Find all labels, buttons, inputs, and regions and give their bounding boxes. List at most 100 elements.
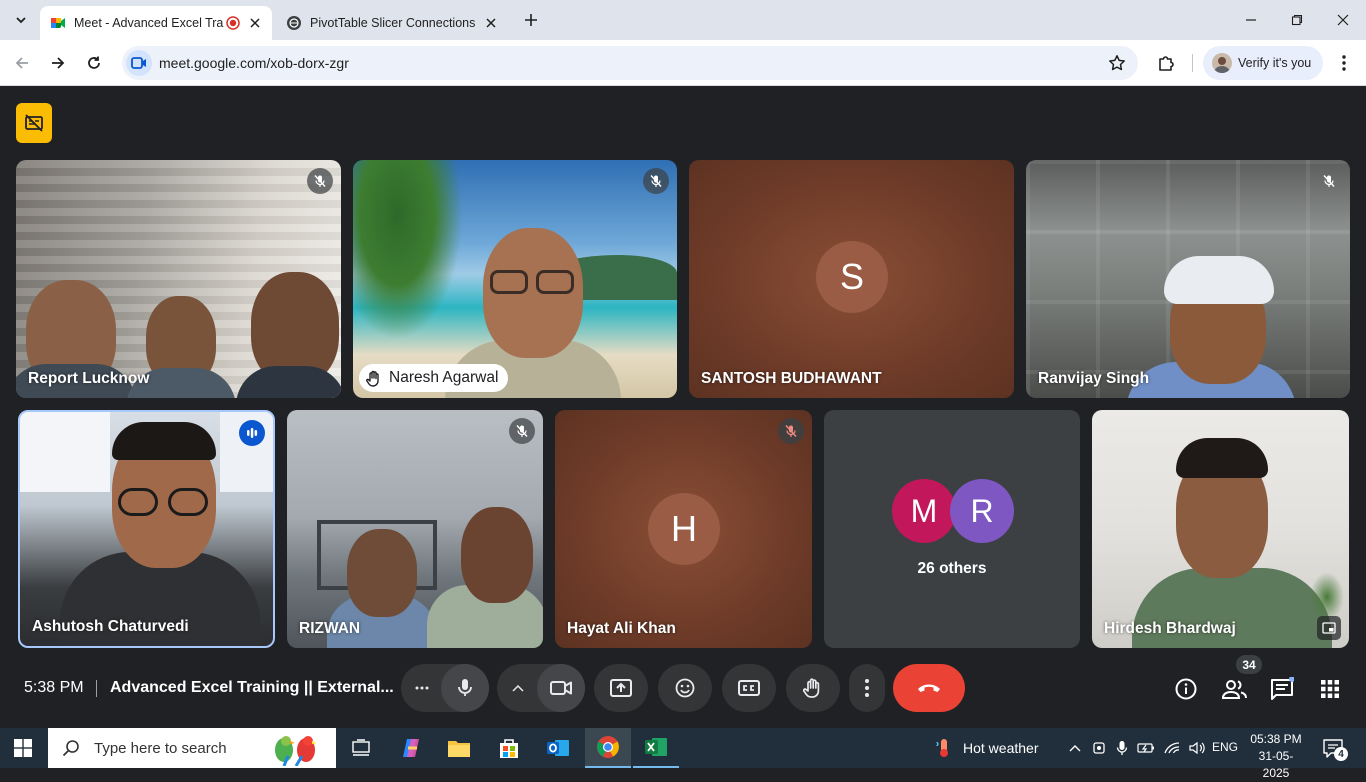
store-icon <box>500 739 518 758</box>
windows-taskbar: Type here to search Hot weather ENG 05:3… <box>0 728 1366 780</box>
others-count: 26 others <box>917 560 987 577</box>
chevron-up-icon <box>512 684 524 692</box>
tray-camera[interactable] <box>1088 728 1110 768</box>
activities-button[interactable] <box>1317 676 1343 702</box>
profile-button[interactable]: Verify it's you <box>1203 46 1323 80</box>
participant-avatar: R <box>950 479 1014 543</box>
new-tab-button[interactable] <box>516 5 546 35</box>
pip-icon <box>1322 622 1336 634</box>
more-options-button[interactable] <box>849 664 885 712</box>
participant-tile-active-speaker[interactable]: Ashutosh Chaturvedi <box>18 410 275 648</box>
participant-tile[interactable]: Report Lucknow <box>16 160 341 398</box>
close-tab-button[interactable] <box>482 14 500 32</box>
participant-tile[interactable]: Naresh Agarwal <box>353 160 677 398</box>
taskbar-search-box[interactable]: Type here to search <box>48 728 336 768</box>
more-horiz-icon <box>415 686 429 690</box>
more-vert-icon <box>1342 55 1346 71</box>
tab-meet[interactable]: Meet - Advanced Excel Trai <box>40 6 272 40</box>
info-icon <box>1175 678 1197 700</box>
system-clock[interactable]: 05:38 PM 31-05-2025 <box>1246 731 1306 782</box>
participant-name: Ranvijay Singh <box>1038 370 1150 387</box>
windows-logo-icon <box>14 739 32 757</box>
participant-tile[interactable]: Hirdesh Bhardwaj <box>1092 410 1349 648</box>
audio-settings-button[interactable] <box>401 664 443 712</box>
weather-widget[interactable]: Hot weather <box>935 728 1038 768</box>
minimize-button[interactable] <box>1228 6 1274 34</box>
tab-search-button[interactable] <box>6 5 36 35</box>
battery-charging-icon <box>1137 743 1154 753</box>
participant-name: Naresh Agarwal <box>389 369 499 386</box>
start-button[interactable] <box>0 728 46 768</box>
taskbar-store[interactable] <box>486 728 532 768</box>
camera-button[interactable] <box>537 664 585 712</box>
address-bar[interactable]: meet.google.com/xob-dorx-zgr <box>122 46 1138 80</box>
raise-hand-button[interactable] <box>786 664 840 712</box>
taskbar-chrome[interactable] <box>585 728 631 768</box>
back-button[interactable] <box>7 48 37 78</box>
site-info-button[interactable] <box>126 50 152 76</box>
tray-microphone[interactable] <box>1111 728 1133 768</box>
reload-icon <box>88 56 100 69</box>
leave-call-button[interactable] <box>893 664 965 712</box>
present-screen-button[interactable] <box>594 664 648 712</box>
restore-button[interactable] <box>1274 6 1320 34</box>
chat-icon <box>1271 677 1294 700</box>
participant-name: RIZWAN <box>299 620 361 637</box>
tray-battery[interactable] <box>1134 728 1158 768</box>
meet-stage: Report Lucknow Naresh Agarwal S SANTOSH … <box>0 87 1366 728</box>
people-button[interactable] <box>1221 676 1249 702</box>
excel-icon <box>645 738 667 756</box>
participant-tile[interactable]: S SANTOSH BUDHAWANT <box>689 160 1014 398</box>
taskbar-file-explorer[interactable] <box>436 728 482 768</box>
people-icon <box>1222 680 1247 699</box>
chevron-down-icon <box>16 17 26 24</box>
picture-in-picture-button[interactable] <box>1317 616 1341 640</box>
muted-indicator <box>643 168 669 194</box>
bookmark-star-button[interactable] <box>1108 54 1126 72</box>
thermometer-icon <box>936 739 948 757</box>
recording-badge[interactable] <box>16 103 52 143</box>
wifi-icon <box>1164 742 1180 754</box>
participant-tile[interactable]: RIZWAN <box>287 410 543 648</box>
extensions-button[interactable] <box>1151 48 1181 78</box>
reload-button[interactable] <box>79 48 109 78</box>
task-view-icon <box>352 739 370 756</box>
copilot-icon <box>403 739 419 757</box>
video-settings-button[interactable] <box>497 664 539 712</box>
puzzle-icon <box>1159 56 1174 71</box>
input-language[interactable]: ENG <box>1212 740 1238 754</box>
mic-off-icon <box>1323 175 1335 187</box>
close-window-button[interactable] <box>1320 6 1366 34</box>
meeting-details-button[interactable] <box>1173 676 1199 702</box>
browser-menu-button[interactable] <box>1329 48 1359 78</box>
captions-button[interactable] <box>722 664 776 712</box>
forward-button[interactable] <box>43 48 73 78</box>
recording-icon <box>226 16 240 30</box>
participant-avatar: H <box>648 493 720 565</box>
microphone-button[interactable] <box>441 664 489 712</box>
no-captions-icon <box>25 114 43 132</box>
closed-caption-icon <box>738 680 760 696</box>
task-view-button[interactable] <box>338 728 384 768</box>
parrots-icon <box>264 732 328 766</box>
participant-tile[interactable]: H Hayat Ali Khan <box>555 410 812 648</box>
others-tile[interactable]: M R 26 others <box>824 410 1080 648</box>
chat-button[interactable] <box>1269 676 1295 702</box>
close-tab-button[interactable] <box>246 14 264 32</box>
participant-tile[interactable]: Ranvijay Singh <box>1026 160 1350 398</box>
tray-wifi[interactable] <box>1160 728 1184 768</box>
show-hidden-icons-button[interactable] <box>1064 728 1086 768</box>
tray-volume[interactable] <box>1185 728 1209 768</box>
clock-time: 05:38 PM <box>1250 732 1302 746</box>
close-icon <box>1337 14 1349 26</box>
muted-indicator <box>778 418 804 444</box>
taskbar-outlook[interactable] <box>535 728 581 768</box>
participant-avatar: S <box>816 241 888 313</box>
taskbar-excel[interactable] <box>633 728 679 768</box>
meeting-clock: 5:38 PM <box>24 679 84 696</box>
reactions-button[interactable] <box>658 664 712 712</box>
tab-pivottable[interactable]: PivotTable Slicer Connections <box>276 6 510 40</box>
mic-off-icon <box>785 425 797 437</box>
plant-background <box>1310 572 1344 622</box>
taskbar-copilot[interactable] <box>388 728 434 768</box>
